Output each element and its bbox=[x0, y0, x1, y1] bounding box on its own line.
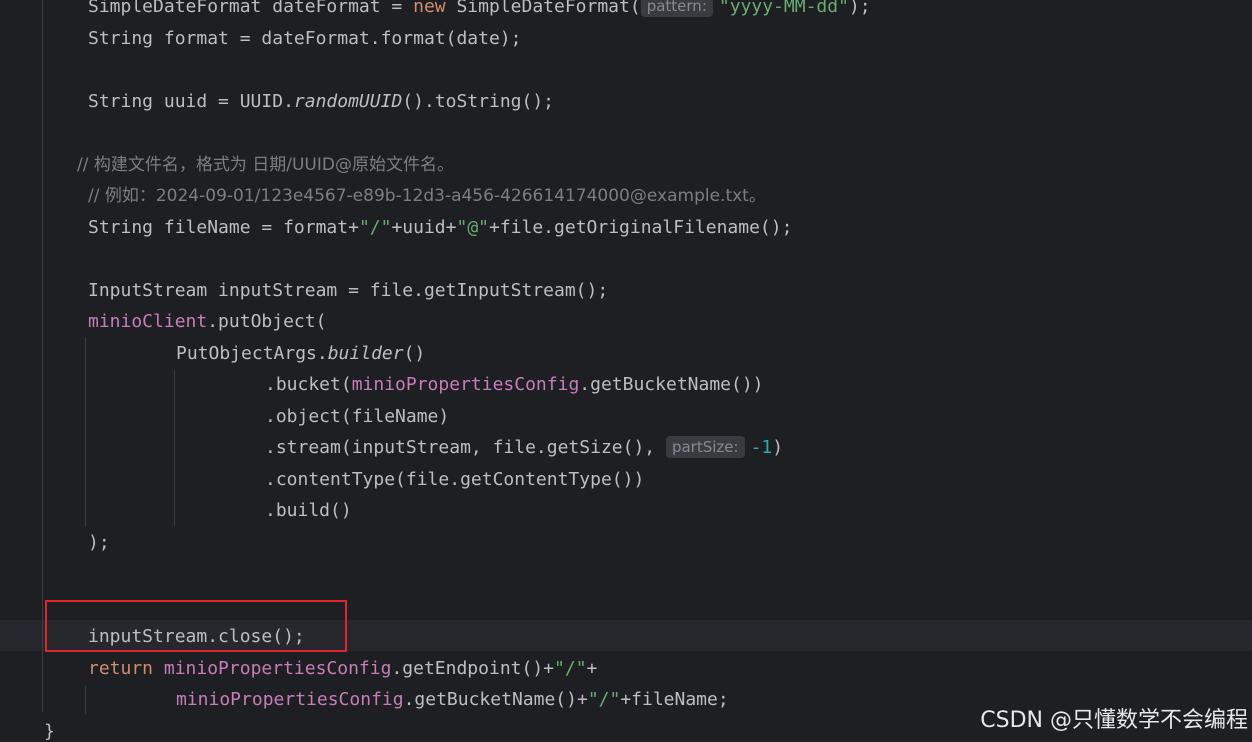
string-token: "/" bbox=[358, 217, 392, 238]
comment-token: // 例如：2024-09-01/123e4567-e89b-12d3-a456… bbox=[88, 186, 766, 206]
static-method-token: randomUUID bbox=[293, 91, 403, 112]
comment-token: // 构建文件名，格式为 日期/UUID@原始文件名。 bbox=[77, 155, 454, 175]
annotation-highlight-box bbox=[45, 600, 347, 652]
code-token: String fileName = format+ bbox=[88, 217, 359, 238]
field-token: minioPropertiesConfig bbox=[351, 374, 580, 395]
code-line: .contentType(file.getContentType()) bbox=[265, 465, 644, 495]
code-line: String fileName = format+"/"+uuid+"@"+fi… bbox=[88, 213, 792, 243]
code-line: InputStream inputStream = file.getInputS… bbox=[88, 276, 608, 306]
closing-brace: } bbox=[44, 721, 55, 742]
code-token: String uuid = UUID. bbox=[88, 91, 294, 112]
string-token: "@" bbox=[456, 217, 489, 238]
code-token: .stream(inputStream, file.getSize(), bbox=[265, 437, 666, 458]
code-token: String format = dateFormat.format(date); bbox=[88, 28, 522, 49]
code-token: .object(fileName) bbox=[265, 406, 450, 427]
code-token: .contentType(file.getContentType()) bbox=[265, 469, 645, 490]
indent-guide bbox=[42, 0, 43, 712]
field-token: minioClient bbox=[88, 311, 208, 332]
string-token: "/" bbox=[587, 689, 621, 710]
code-line: .bucket(minioPropertiesConfig.getBucketN… bbox=[265, 370, 764, 400]
code-line: minioPropertiesConfig.getBucketName()+"/… bbox=[176, 685, 729, 715]
code-token: .getBucketName()+ bbox=[403, 689, 588, 710]
code-token: .getBucketName()) bbox=[579, 374, 764, 395]
code-line: ); bbox=[88, 528, 110, 558]
code-token: +file.getOriginalFilename(); bbox=[489, 217, 793, 238]
code-token: +uuid+ bbox=[391, 217, 457, 238]
code-token: ().toString(); bbox=[402, 91, 554, 112]
parameter-hint: pattern: bbox=[640, 0, 713, 17]
indent-guide bbox=[174, 370, 175, 526]
code-line: .object(fileName) bbox=[265, 402, 449, 432]
code-line: .stream(inputStream, file.getSize(), par… bbox=[265, 433, 783, 463]
parameter-hint: partSize: bbox=[665, 436, 745, 458]
code-token: ); bbox=[88, 532, 110, 553]
code-token: .getEndpoint()+ bbox=[391, 658, 555, 679]
code-line: .build() bbox=[265, 496, 352, 526]
indent-guide bbox=[85, 686, 86, 714]
string-token: "/" bbox=[554, 658, 587, 679]
code-editor[interactable]: SimpleDateFormat dateFormat = new Simple… bbox=[0, 0, 1252, 742]
code-token: ) bbox=[772, 437, 784, 458]
watermark: CSDN @只懂数学不会编程 bbox=[980, 708, 1248, 733]
field-token: minioPropertiesConfig bbox=[176, 689, 404, 710]
code-token: ); bbox=[848, 0, 871, 17]
code-token: dateFormat = bbox=[261, 0, 414, 17]
keyword-token: return bbox=[88, 658, 154, 679]
comment-line: // 构建文件名，格式为 日期/UUID@原始文件名。 bbox=[77, 150, 454, 180]
string-token: "yyyy-MM-dd" bbox=[718, 0, 849, 17]
keyword-token: new bbox=[413, 0, 446, 17]
code-token: .putObject( bbox=[207, 311, 327, 332]
indent-guide bbox=[85, 337, 86, 527]
code-line: PutObjectArgs.builder() bbox=[176, 339, 425, 369]
code-token: SimpleDateFormat( bbox=[445, 0, 641, 17]
code-token: + bbox=[586, 658, 598, 679]
code-line: String format = dateFormat.format(date); bbox=[88, 24, 521, 54]
code-token: +fileName; bbox=[620, 689, 729, 710]
code-token: .build() bbox=[265, 500, 352, 521]
code-line: String uuid = UUID.randomUUID().toString… bbox=[88, 87, 554, 117]
code-token: PutObjectArgs. bbox=[176, 343, 328, 364]
comment-line: // 例如：2024-09-01/123e4567-e89b-12d3-a456… bbox=[88, 181, 766, 211]
code-line: SimpleDateFormat dateFormat = new Simple… bbox=[88, 0, 871, 22]
static-method-token: builder bbox=[327, 343, 404, 364]
code-token: () bbox=[403, 343, 426, 364]
code-token: .bucket( bbox=[265, 374, 352, 395]
code-token: SimpleDateFormat bbox=[88, 0, 262, 17]
code-line: return minioPropertiesConfig.getEndpoint… bbox=[88, 654, 597, 684]
number-token: -1 bbox=[750, 437, 773, 458]
code-line: minioClient.putObject( bbox=[88, 307, 326, 337]
code-token: InputStream inputStream = file.getInputS… bbox=[88, 280, 609, 301]
code-line: } bbox=[44, 717, 55, 742]
field-token: minioPropertiesConfig bbox=[153, 658, 392, 679]
